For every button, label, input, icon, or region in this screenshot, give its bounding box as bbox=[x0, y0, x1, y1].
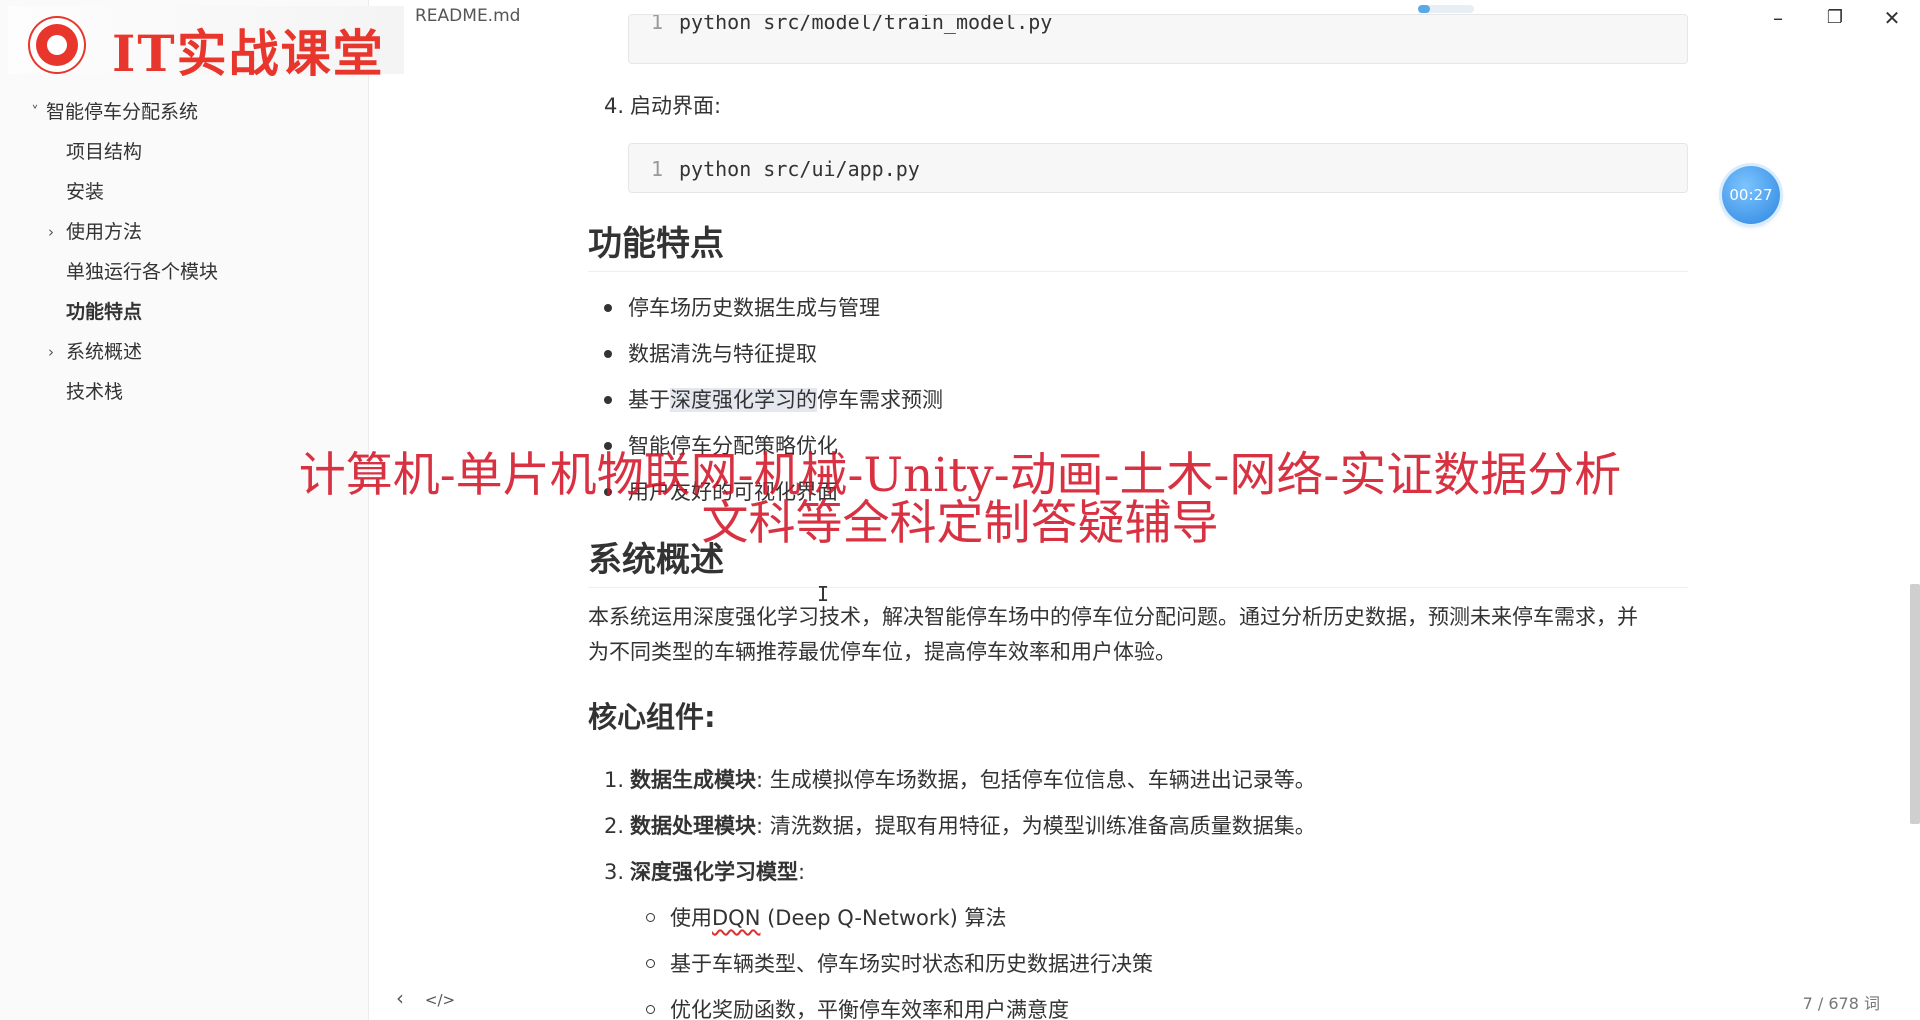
text-selection: 深度强化学习的 bbox=[670, 388, 817, 412]
word-count[interactable]: 7 / 678 词 bbox=[1803, 990, 1880, 1014]
outline-item-structure[interactable]: 项目结构 bbox=[0, 132, 368, 172]
spellcheck-underline: DQN bbox=[712, 906, 761, 930]
list-item: 用户友好的可视化界面 bbox=[604, 476, 838, 506]
close-button[interactable]: ✕ bbox=[1864, 0, 1920, 36]
overview-paragraph: 本系统运用深度强化学习技术，解决智能停车场中的停车位分配问题。通过分析历史数据，… bbox=[588, 605, 1638, 664]
outline-item-usage[interactable]: › 使用方法 bbox=[0, 212, 368, 252]
list-item: 3. 深度强化学习模型: bbox=[603, 860, 806, 884]
outline-tree: ˅ 智能停车分配系统 项目结构 安装 › 使用方法 单独运行各个模块 功能特点 … bbox=[0, 92, 368, 412]
minimize-button[interactable]: – bbox=[1750, 0, 1806, 36]
chevron-down-icon[interactable]: ˅ bbox=[28, 92, 42, 132]
outline-item-features[interactable]: 功能特点 bbox=[0, 292, 368, 332]
code-block-app[interactable]: 1 python src/ui/app.py bbox=[628, 143, 1688, 193]
outline-item-label: 项目结构 bbox=[66, 141, 143, 163]
code-block-train[interactable]: 1 python src/model/train_model.py bbox=[628, 14, 1688, 64]
outline-item-label: 技术栈 bbox=[66, 381, 124, 403]
progress-indicator bbox=[1418, 5, 1474, 13]
chevron-right-icon[interactable]: › bbox=[44, 212, 58, 252]
outline-item-label: 安装 bbox=[66, 181, 105, 203]
line-number: 1 bbox=[650, 157, 663, 181]
logo-icon bbox=[30, 18, 84, 72]
outline-item-modules[interactable]: 单独运行各个模块 bbox=[0, 252, 368, 292]
outline-item-label: 系统概述 bbox=[66, 341, 143, 363]
chevron-right-icon[interactable]: › bbox=[44, 332, 58, 372]
outline-item-label: 功能特点 bbox=[66, 301, 143, 323]
heading-core: 核心组件: bbox=[588, 700, 716, 734]
sub-list-item: 使用DQN (Deep Q-Network) 算法 bbox=[646, 902, 1007, 932]
sidebar: IT实战课堂 ˅ 智能停车分配系统 项目结构 安装 › 使用方法 单独运行各个模… bbox=[0, 0, 404, 1020]
outline-item-label: 智能停车分配系统 bbox=[46, 101, 199, 123]
outline-item-install[interactable]: 安装 bbox=[0, 172, 368, 212]
sub-list-item: 基于车辆类型、停车场实时状态和历史数据进行决策 bbox=[646, 948, 1153, 978]
heading-overview: 系统概述 bbox=[588, 532, 1688, 588]
sub-list-item: 优化奖励函数，平衡停车效率和用户满意度 bbox=[646, 994, 1069, 1020]
outline-item-label: 单独运行各个模块 bbox=[66, 261, 219, 283]
list-item-step4: 4. 启动界面: bbox=[603, 94, 722, 118]
restore-button[interactable]: ❐ bbox=[1807, 0, 1863, 36]
code-line: python src/ui/app.py bbox=[679, 157, 920, 181]
footer-toolbar: ‹ </> bbox=[380, 986, 460, 1010]
scrollbar-thumb[interactable] bbox=[1910, 584, 1920, 824]
text-cursor-icon: I bbox=[817, 582, 830, 606]
toggle-sidebar-icon[interactable]: ‹ bbox=[380, 986, 420, 1010]
list-item: 智能停车分配策略优化 bbox=[604, 430, 838, 460]
line-number: 1 bbox=[650, 14, 663, 34]
outline-item-tech-stack[interactable]: 技术栈 bbox=[0, 372, 368, 412]
list-item: 基于深度强化学习的停车需求预测 bbox=[604, 384, 943, 414]
code-line: python src/model/train_model.py bbox=[679, 14, 1053, 34]
app-window: IT实战课堂 ˅ 智能停车分配系统 项目结构 安装 › 使用方法 单独运行各个模… bbox=[0, 0, 1920, 1020]
document-title: README.md bbox=[415, 6, 521, 26]
logo-text: IT实战课堂 bbox=[112, 24, 385, 83]
logo: IT实战课堂 bbox=[8, 6, 404, 83]
list-item: 1. 数据生成模块: 生成模拟停车场数据，包括停车位信息、车辆进出记录等。 bbox=[603, 768, 1316, 792]
window-controls: – ❐ ✕ bbox=[1750, 0, 1920, 36]
outline-item-root[interactable]: ˅ 智能停车分配系统 bbox=[0, 92, 368, 132]
list-item: 停车场历史数据生成与管理 bbox=[604, 292, 880, 322]
outline-item-overview[interactable]: › 系统概述 bbox=[0, 332, 368, 372]
source-mode-icon[interactable]: </> bbox=[420, 991, 460, 1009]
timer-badge[interactable]: 00:27 bbox=[1722, 166, 1780, 224]
list-item: 数据清洗与特征提取 bbox=[604, 338, 817, 368]
heading-features: 功能特点 bbox=[588, 216, 1688, 272]
list-item: 2. 数据处理模块: 清洗数据，提取有用特征，为模型训练准备高质量数据集。 bbox=[603, 814, 1316, 838]
outline-item-label: 使用方法 bbox=[66, 221, 143, 243]
